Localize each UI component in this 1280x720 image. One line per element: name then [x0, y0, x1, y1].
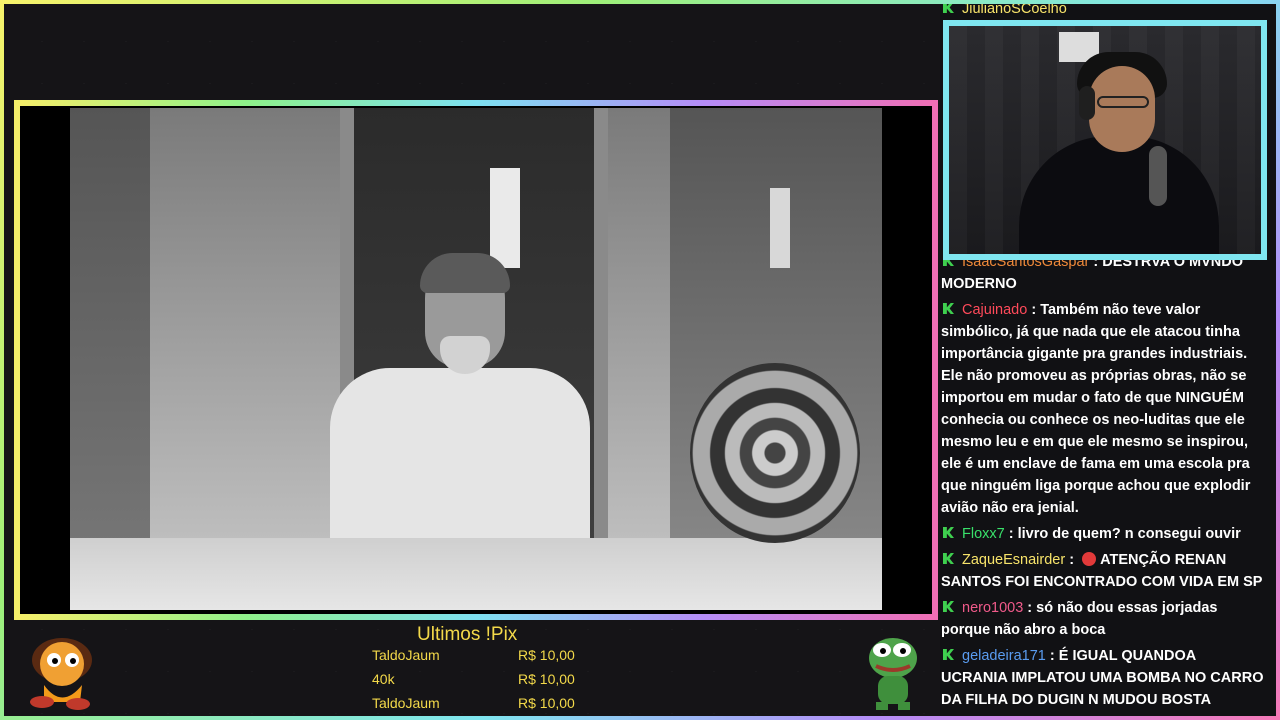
- photo-desk: [70, 538, 882, 610]
- chat-text: Também não teve valor simbólico, já que …: [941, 302, 1251, 516]
- webcam-streamer-head: [1089, 66, 1155, 152]
- kick-badge-icon: [943, 2, 954, 13]
- kick-badge-icon: [943, 553, 954, 564]
- chat-message: Floxx7 : livro de quem? n consegui ouvir: [940, 523, 1276, 545]
- mascot-left-icon: [22, 630, 102, 712]
- chat-message-partial: JiulianoSCoelho: [940, 0, 1077, 20]
- pix-name: TaldoJaum: [372, 695, 440, 711]
- alarm-emote-icon: [1082, 552, 1097, 566]
- chat-message: nero1003 : só não dou essas jorjadas por…: [941, 600, 1218, 638]
- photo-right-window: [770, 188, 790, 268]
- chat-username[interactable]: nero1003: [962, 600, 1023, 616]
- pix-name: TaldoJaum: [372, 647, 440, 663]
- pix-title: Ultimos !Pix: [417, 624, 518, 645]
- video-frame: [14, 100, 938, 620]
- photo-speaker-grille: [690, 363, 860, 543]
- pix-row: TaldoJaum R$ 10,00: [372, 695, 575, 711]
- microphone-icon: [1149, 146, 1167, 206]
- chat-username[interactable]: Cajuinado: [962, 302, 1027, 318]
- headphones-icon: [1079, 86, 1095, 120]
- photo-wall-left: [70, 108, 150, 610]
- kick-badge-icon: [943, 527, 954, 538]
- chat-text: livro de quem? n consegui ouvir: [1017, 526, 1241, 542]
- photo-door-window: [490, 168, 520, 268]
- chat-message: geladeira171 : É IGUAL QUANDOA UCRANIA I…: [940, 645, 1276, 720]
- video-frame-image: [70, 108, 882, 610]
- chat-messages: IsaacSantosGaspar : DESTRVA O MVNDO MODE…: [940, 251, 1276, 720]
- kick-badge-icon: [943, 649, 954, 660]
- pix-row: 40k R$ 10,00: [372, 671, 575, 687]
- pix-amount: R$ 10,00: [518, 695, 575, 711]
- pix-amount: R$ 10,00: [518, 647, 575, 663]
- chat-message: ZaqueEsnairder : ATENÇÃO RENAN SANTOS FO…: [941, 552, 1263, 590]
- webcam-frame: [943, 20, 1267, 260]
- chat-username[interactable]: geladeira171: [962, 648, 1046, 664]
- pix-name: 40k: [372, 671, 395, 687]
- chat-username[interactable]: Floxx7: [962, 526, 1005, 542]
- photo-man-shirt: [330, 368, 590, 548]
- chat-message: Cajuinado : Também não teve valor simból…: [941, 302, 1251, 516]
- photo-man-hair: [420, 253, 510, 293]
- chat-username[interactable]: ZaqueEsnairder: [962, 552, 1065, 568]
- chat-username[interactable]: JiulianoSCoelho: [962, 1, 1067, 17]
- pepe-frog-icon: [862, 632, 924, 712]
- pix-amount: R$ 10,00: [518, 671, 575, 687]
- pix-row: TaldoJaum R$ 10,00: [372, 647, 575, 663]
- webcam-glasses: [1097, 96, 1149, 108]
- kick-badge-icon: [943, 601, 954, 612]
- video-player[interactable]: [20, 106, 932, 614]
- kick-badge-icon: [943, 303, 954, 314]
